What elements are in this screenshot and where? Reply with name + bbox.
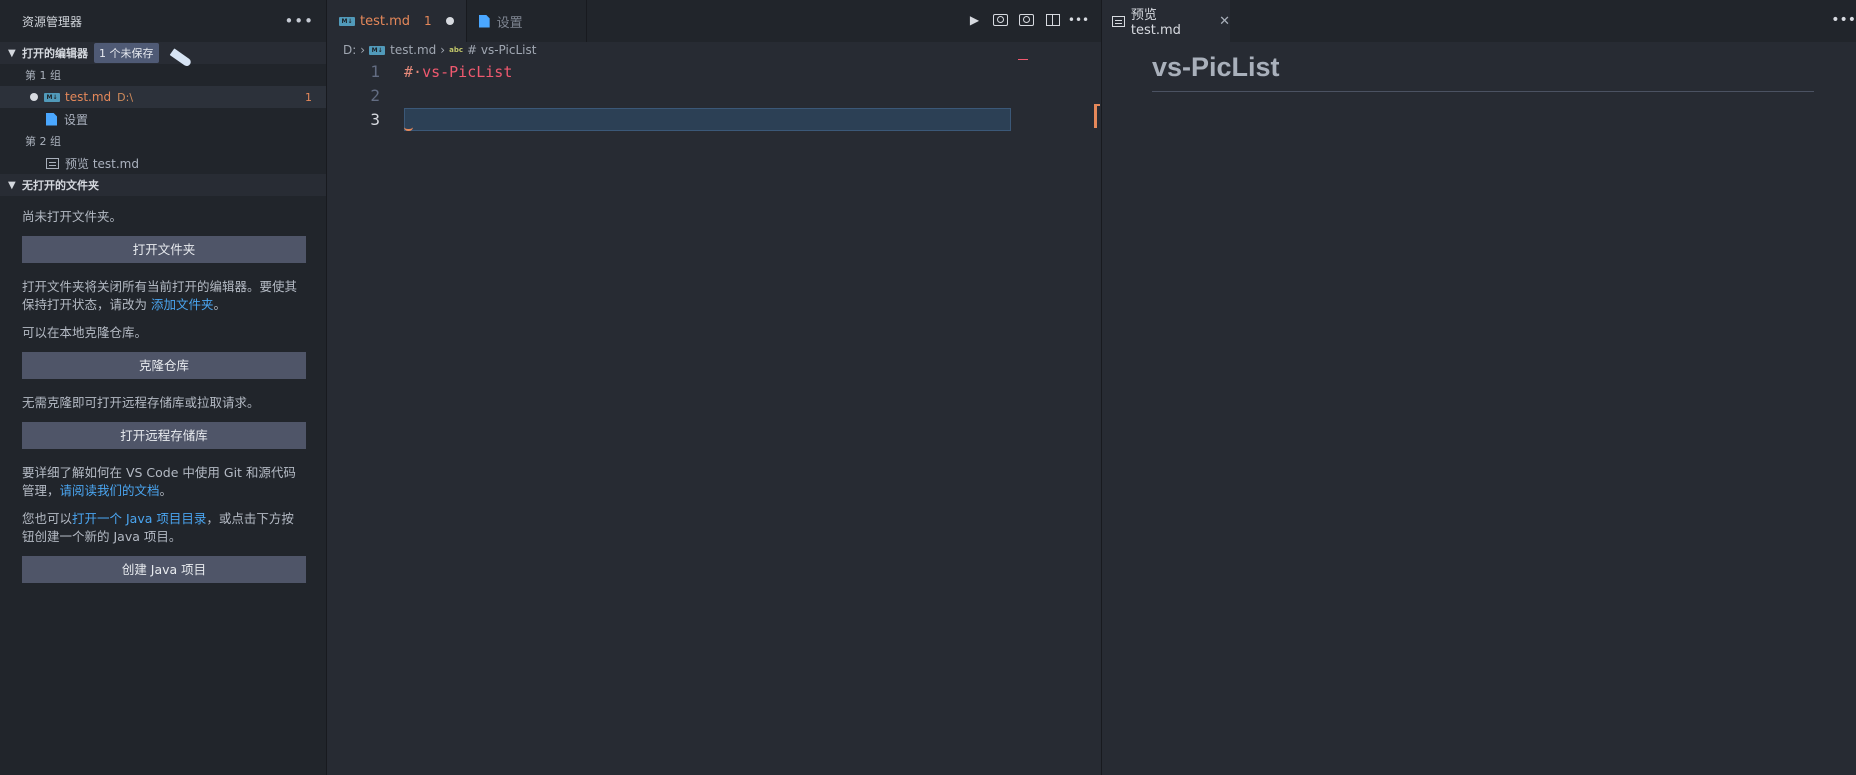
- ruler-mark: [1018, 59, 1028, 60]
- line-number-gutter: 1 2 3: [350, 60, 380, 132]
- explorer-sidebar: 资源管理器 ••• ▼ 打开的编辑器 1 个未保存 第 1 组 M↓ test.…: [0, 0, 327, 775]
- markdown-file-icon: M↓: [369, 45, 386, 55]
- no-folder-text: 尚未打开文件夹。: [22, 209, 123, 224]
- close-icon[interactable]: ✕: [1219, 14, 1230, 29]
- preview-icon: [1112, 15, 1125, 27]
- welcome-view: 尚未打开文件夹。 打开文件夹 打开文件夹将关闭所有当前打开的编辑器。要使其保持打…: [0, 196, 326, 583]
- markdown-file-icon: M↓: [339, 16, 355, 26]
- overview-ruler-marker: [1094, 104, 1100, 128]
- unsaved-dot-icon[interactable]: [30, 93, 38, 101]
- clone-repo-button[interactable]: 克隆仓库: [22, 352, 306, 379]
- line-number: 3: [370, 110, 380, 129]
- line-number: 2: [370, 86, 380, 105]
- open-editor-path: D:\: [117, 90, 134, 104]
- unsaved-badge: 1 个未保存: [94, 43, 159, 63]
- read-docs-link[interactable]: 请阅读我们的文档: [60, 483, 160, 498]
- preview-heading: vs-PicList: [1152, 52, 1814, 92]
- java-hint: 您也可以打开一个 Java 项目目录，或点击下方按钮创建一个新的 Java 项目…: [22, 510, 304, 546]
- preview-icon[interactable]: [992, 11, 1009, 28]
- add-folder-link[interactable]: 添加文件夹: [151, 297, 214, 312]
- more-icon[interactable]: •••: [1831, 12, 1856, 28]
- breadcrumb-file[interactable]: test.md: [390, 43, 436, 57]
- group-2-label: 第 2 组: [25, 135, 61, 148]
- open-java-project-link[interactable]: 打开一个 Java 项目目录: [72, 511, 206, 526]
- open-editors-label: 打开的编辑器: [22, 47, 88, 60]
- problem-count: 1: [305, 90, 312, 104]
- editor-group-divider[interactable]: [1101, 0, 1102, 775]
- code-line[interactable]: #·vs-PicList: [404, 60, 512, 84]
- create-java-project-button[interactable]: 创建 Java 项目: [22, 556, 306, 583]
- tab-problem-count: 1: [424, 14, 432, 28]
- preview-tab-label: 预览 test.md: [1130, 8, 1181, 38]
- open-editor-settings-label: 设置: [64, 112, 89, 127]
- split-icon[interactable]: [1044, 11, 1061, 28]
- chevron-right-icon: ›: [360, 43, 366, 57]
- open-editor-settings[interactable]: 设置: [0, 108, 326, 130]
- java-hint-text: 您也可以: [22, 511, 73, 526]
- open-editor-preview-label: 预览 test.md: [65, 156, 139, 171]
- unsaved-dot-icon[interactable]: [445, 17, 454, 25]
- more-icon[interactable]: •••: [1068, 11, 1089, 28]
- breadcrumb-drive[interactable]: D:: [343, 43, 356, 57]
- current-line-highlight: [404, 108, 1011, 131]
- editor-actions: ▶ •••: [966, 11, 1089, 28]
- open-editor-filename: test.md: [65, 90, 112, 104]
- run-icon[interactable]: ▶: [966, 11, 983, 28]
- tab-preview-test-md[interactable]: 预览 test.md ✕: [1102, 0, 1230, 42]
- file-icon: [46, 112, 57, 126]
- breadcrumb: D: › M↓ test.md › abc # vs-PicList: [343, 40, 536, 60]
- git-docs-hint: 要详细了解如何在 VS Code 中使用 Git 和源代码管理，请阅读我们的文档…: [22, 464, 304, 500]
- chevron-right-icon: ›: [440, 43, 446, 57]
- preview-icon: [46, 157, 59, 169]
- no-folder-header[interactable]: ▼ 无打开的文件夹: [0, 174, 326, 196]
- group-1-label: 第 1 组: [25, 69, 61, 82]
- chevron-down-icon: ▼: [8, 47, 16, 59]
- no-folder-label: 无打开的文件夹: [22, 179, 99, 192]
- code-editor[interactable]: #·vs-PicList: [404, 60, 512, 84]
- heading-hash: #·: [404, 63, 423, 81]
- open-editor-test-md[interactable]: M↓ test.md D:\ 1: [0, 86, 326, 108]
- open-editor-preview[interactable]: 预览 test.md: [0, 152, 326, 174]
- file-icon: [478, 14, 490, 28]
- tab-label: test.md: [360, 13, 411, 29]
- breadcrumb-symbol[interactable]: # vs-PicList: [467, 43, 536, 57]
- heading-text: vs-PicList: [422, 63, 513, 81]
- tab-test-md[interactable]: M↓ test.md 1: [327, 0, 467, 42]
- explorer-title: 资源管理器: [22, 14, 83, 29]
- markdown-preview: vs-PicList: [1152, 52, 1814, 92]
- git-hint-end: 。: [159, 483, 173, 498]
- open-folder-button[interactable]: 打开文件夹: [22, 236, 306, 263]
- more-actions-icon[interactable]: •••: [284, 12, 314, 30]
- clone-hint: 可以在本地克隆仓库。: [22, 325, 148, 340]
- chevron-down-icon: ▼: [8, 179, 16, 191]
- open-preview-icon[interactable]: [1018, 11, 1035, 28]
- open-remote-button[interactable]: 打开远程存储库: [22, 422, 306, 449]
- preview-tab-bar: 预览 test.md ✕ •••: [1102, 0, 1856, 42]
- tab-label: 设置: [496, 15, 523, 31]
- markdown-file-icon: M↓: [44, 92, 60, 102]
- explorer-title-bar: 资源管理器 •••: [0, 0, 326, 42]
- open-editors-header[interactable]: ▼ 打开的编辑器 1 个未保存: [0, 42, 326, 64]
- tab-settings[interactable]: 设置: [467, 0, 587, 42]
- remote-hint: 无需克隆即可打开远程存储库或拉取请求。: [22, 395, 260, 410]
- open-folder-hint: 打开文件夹将关闭所有当前打开的编辑器。要使其保持打开状态，请改为 添加文件夹。: [22, 278, 304, 314]
- string-symbol-icon: abc: [449, 46, 463, 54]
- hint-text-end: 。: [213, 297, 227, 312]
- line-number: 1: [370, 62, 380, 81]
